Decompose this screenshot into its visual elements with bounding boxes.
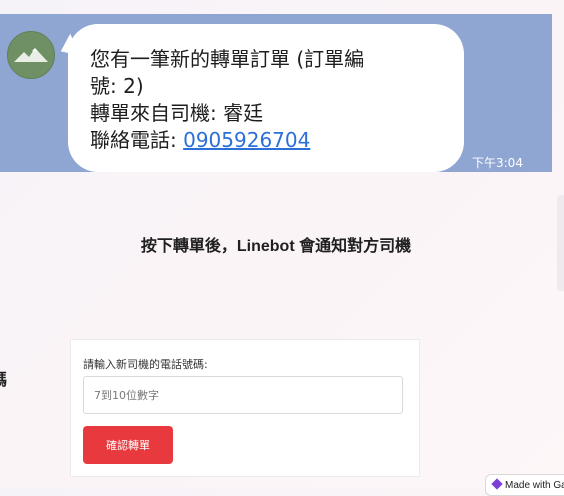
clipped-text-fragment: 碼	[0, 366, 7, 390]
transfer-form: 請輸入新司機的電話號碼: 確認轉單	[70, 339, 420, 477]
mountain-avatar-icon[interactable]	[7, 31, 55, 79]
badge-label: Made with Ga	[505, 480, 564, 491]
phone-label: 聯絡電話:	[90, 128, 184, 152]
side-panel-edge	[557, 195, 564, 291]
confirm-transfer-button[interactable]: 確認轉單	[83, 426, 173, 464]
phone-link[interactable]: 0905926704	[183, 128, 310, 152]
message-line-3: 轉單來自司機: 睿廷	[90, 101, 264, 125]
phone-field-label: 請輸入新司機的電話號碼:	[83, 358, 208, 371]
caption-text: 按下轉單後，Linebot 會通知對方司機	[140, 238, 412, 255]
message-line-1: 您有一筆新的轉單訂單 (訂單編	[90, 47, 365, 71]
chat-screenshot: 您有一筆新的轉單訂單 (訂單編 號: 2) 轉單來自司機: 睿廷 聯絡電話: 0…	[0, 14, 552, 172]
made-with-badge[interactable]: Made with Ga	[485, 474, 564, 496]
phone-input[interactable]	[83, 376, 403, 414]
message-bubble: 您有一筆新的轉單訂單 (訂單編 號: 2) 轉單來自司機: 睿廷 聯絡電話: 0…	[68, 24, 464, 172]
message-timestamp: 下午3:04	[472, 156, 523, 170]
message-line-2: 號: 2)	[90, 74, 144, 98]
message-line-4: 聯絡電話: 0905926704	[90, 127, 446, 154]
